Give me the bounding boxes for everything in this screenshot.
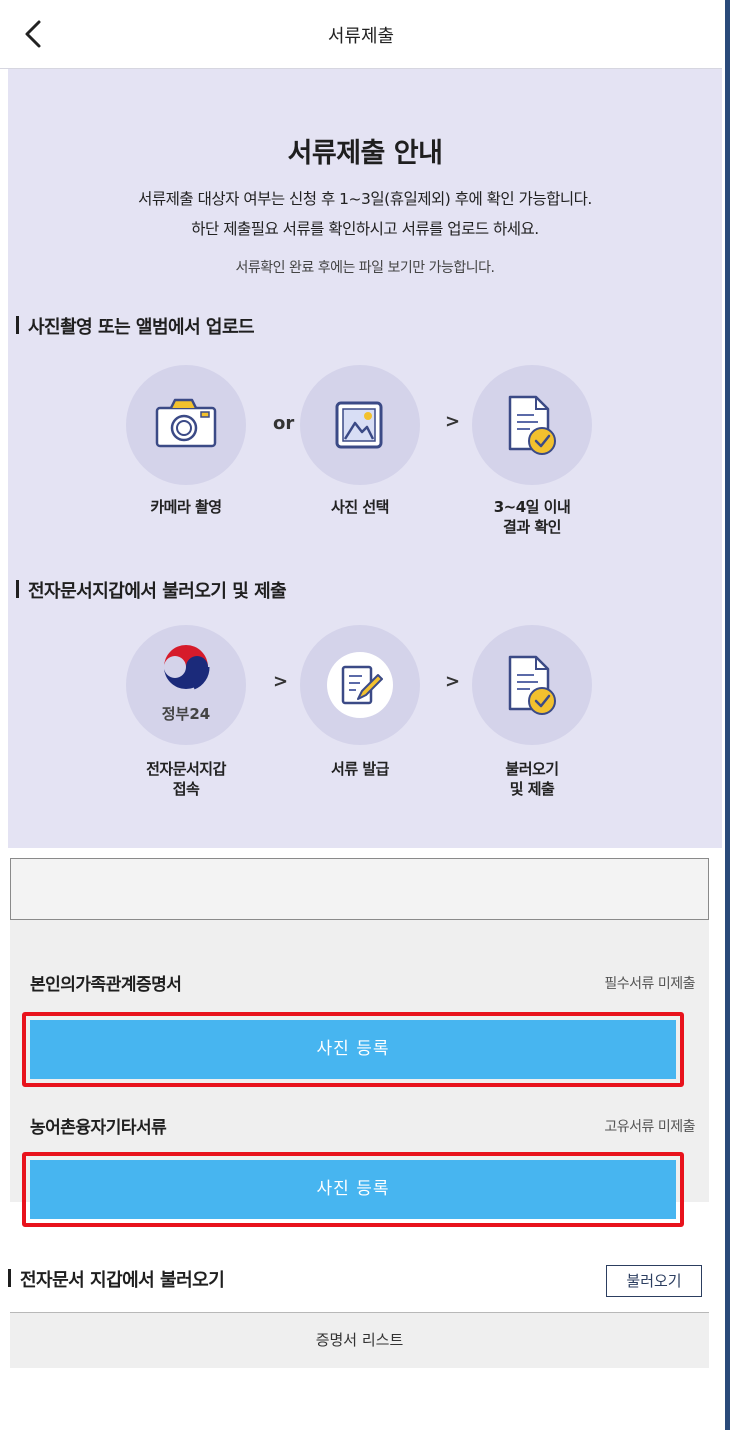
step-label-line: 결과 확인 — [503, 518, 561, 536]
step-document-issue — [300, 625, 420, 745]
gov24-logo-text: 정부24 — [161, 705, 211, 723]
connector-arrow: > — [273, 671, 289, 692]
step-label-load-submit: 불러오기 및 제출 — [452, 759, 612, 799]
step-label-select-photo: 사진 선택 — [331, 498, 389, 516]
upload-button-highlight: 사진 등록 — [22, 1152, 684, 1227]
section-title-photo-upload: 사진촬영 또는 앨범에서 업로드 — [16, 313, 255, 339]
document-check-icon — [508, 655, 556, 715]
connector-or: or — [273, 413, 295, 434]
certificate-list-tab[interactable]: 증명서 리스트 — [10, 1312, 709, 1368]
document-status: 고유서류 미제출 — [604, 1119, 695, 1135]
step-result-check — [472, 365, 592, 485]
section-title-e-wallet: 전자문서지갑에서 불러오기 및 제출 — [16, 577, 287, 603]
app-screen: 서류제출 서류제출 안내 서류제출 대상자 여부는 신청 후 1~3일(휴일제외… — [0, 0, 722, 1430]
page-title: 서류제출 — [327, 26, 395, 47]
guide-title: 서류제출 안내 — [287, 138, 443, 169]
load-button[interactable]: 불러오기 — [606, 1265, 702, 1297]
step-label-result-check: 3~4일 이내 결과 확인 — [452, 497, 612, 537]
step-label-line: 3~4일 이내 — [493, 498, 571, 516]
required-documents-area: 본인의가족관계증명서 필수서류 미제출 사진 등록 농어촌융자기타서류 고유서류… — [10, 920, 709, 1227]
e-wallet-section-title: 전자문서 지갑에서 불러오기 — [8, 1266, 225, 1292]
step-camera — [126, 365, 246, 485]
gov24-logo-icon — [164, 645, 210, 690]
window-edge-bar — [725, 0, 730, 1430]
guide-description-line1: 서류제출 대상자 여부는 신청 후 1~3일(휴일제외) 후에 확인 가능합니다… — [138, 190, 592, 208]
connector-arrow: > — [445, 671, 461, 692]
step-e-wallet-access: 정부24 — [126, 625, 246, 745]
step-label-line: 전자문서지갑 — [146, 760, 226, 778]
step-label-e-wallet-access: 전자문서지갑 접속 — [106, 759, 266, 799]
step-label-line: 및 제출 — [509, 780, 555, 798]
empty-input-box — [10, 858, 709, 920]
guide-description-line2: 하단 제출필요 서류를 확인하시고 서류를 업로드 하세요. — [191, 220, 539, 238]
document-name: 농어촌융자기타서류 — [30, 1118, 167, 1138]
step-load-submit — [472, 625, 592, 745]
step-label-camera: 카메라 촬영 — [150, 498, 222, 516]
step-label-document-issue: 서류 발급 — [331, 760, 389, 778]
connector-arrow: > — [445, 411, 461, 432]
document-check-icon — [508, 395, 556, 455]
camera-icon — [155, 398, 217, 448]
step-label-line: 접속 — [172, 780, 200, 798]
step-label-line: 불러오기 — [505, 760, 559, 778]
step-select-photo — [300, 365, 420, 485]
document-name: 본인의가족관계증명서 — [30, 975, 182, 995]
submission-guide-panel: 서류제출 안내 서류제출 대상자 여부는 신청 후 1~3일(휴일제외) 후에 … — [8, 69, 722, 848]
image-icon — [335, 401, 383, 449]
photo-register-button[interactable]: 사진 등록 — [30, 1160, 676, 1219]
document-edit-icon — [327, 652, 393, 718]
document-status: 필수서류 미제출 — [604, 976, 695, 992]
top-header: 서류제출 — [0, 0, 722, 69]
photo-register-button[interactable]: 사진 등록 — [30, 1020, 676, 1079]
guide-note: 서류확인 완료 후에는 파일 보기만 가능합니다. — [235, 260, 495, 276]
upload-button-highlight: 사진 등록 — [22, 1012, 684, 1087]
